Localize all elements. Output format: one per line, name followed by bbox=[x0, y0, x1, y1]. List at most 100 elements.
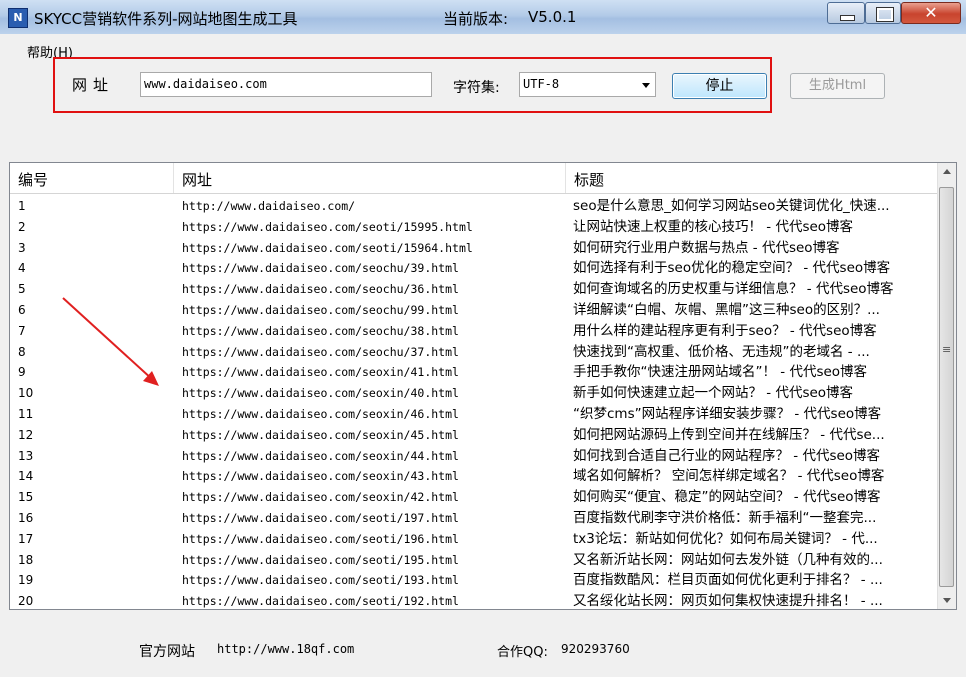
table-row[interactable]: 3 https://www.daidaiseo.com/seoti/15964.h… bbox=[10, 238, 938, 259]
row-url: https://www.daidaiseo.com/seochu/36.html bbox=[182, 282, 459, 297]
row-url: https://www.daidaiseo.com/seoxin/44.html bbox=[182, 448, 459, 463]
url-input[interactable]: www.daidaiseo.com bbox=[140, 72, 432, 97]
row-url: https://www.daidaiseo.com/seochu/39.html bbox=[182, 261, 459, 276]
vertical-scrollbar[interactable] bbox=[937, 163, 956, 609]
table-row[interactable]: 16 https://www.daidaiseo.com/seoti/197.ht… bbox=[10, 508, 938, 529]
row-title: 新手如何快速建立起一个网站？ - 代代seo博客 bbox=[573, 385, 854, 402]
stop-button[interactable]: 停止 bbox=[672, 73, 767, 99]
list-rows: 1 http://www.daidaiseo.com/seo是什么意思_如何学习网… bbox=[10, 196, 938, 610]
row-url: https://www.daidaiseo.com/seoti/196.html bbox=[182, 531, 459, 546]
row-number: 19 bbox=[18, 573, 34, 588]
row-title: 如何把网站源码上传到空间并在线解压？ - 代代se... bbox=[573, 426, 885, 443]
column-header-url[interactable]: 网址 bbox=[174, 163, 565, 193]
row-url: https://www.daidaiseo.com/seoxin/41.html bbox=[182, 365, 459, 380]
official-site-url[interactable]: http://www.18qf.com bbox=[217, 642, 354, 656]
row-title: “织梦cms”网站程序详细安装步骤？ - 代代seo博客 bbox=[573, 405, 882, 422]
row-url: https://www.daidaiseo.com/seoxin/42.html bbox=[182, 490, 459, 505]
row-title: 域名如何解析？ 空间怎样绑定域名？ - 代代seo博客 bbox=[573, 468, 885, 485]
row-url: https://www.daidaiseo.com/seoti/195.html bbox=[182, 552, 459, 567]
row-number: 20 bbox=[18, 594, 34, 609]
table-row[interactable]: 4 https://www.daidaiseo.com/seochu/39.htm… bbox=[10, 258, 938, 279]
row-title: 详细解读“白帽、灰帽、黑帽”这三种seo的区别？... bbox=[573, 301, 880, 318]
column-header-number[interactable]: 编号 bbox=[10, 163, 173, 193]
app-icon: N bbox=[8, 8, 28, 28]
row-number: 18 bbox=[18, 552, 34, 567]
row-number: 17 bbox=[18, 531, 34, 546]
scroll-down-icon[interactable] bbox=[938, 592, 956, 609]
row-number: 12 bbox=[18, 427, 34, 442]
table-row[interactable]: 2 https://www.daidaiseo.com/seoti/15995.h… bbox=[10, 217, 938, 238]
row-url: https://www.daidaiseo.com/seochu/38.html bbox=[182, 323, 459, 338]
row-url: https://www.daidaiseo.com/seoti/193.html bbox=[182, 573, 459, 588]
row-number: 13 bbox=[18, 448, 34, 463]
row-url: https://www.daidaiseo.com/seoti/197.html bbox=[182, 510, 459, 525]
row-url: https://www.daidaiseo.com/seoxin/46.html bbox=[182, 406, 459, 421]
row-title: 让网站快速上权重的核心技巧！ - 代代seo博客 bbox=[573, 218, 854, 235]
row-title: 如何购买“便宜、稳定”的网站空间？ - 代代seo博客 bbox=[573, 489, 881, 506]
table-row[interactable]: 17 https://www.daidaiseo.com/seoti/196.ht… bbox=[10, 529, 938, 550]
row-title: 手把手教你“快速注册网站域名”！ - 代代seo博客 bbox=[573, 364, 868, 381]
row-title: 如何研究行业用户数据与热点 - 代代seo博客 bbox=[573, 239, 840, 256]
close-button[interactable]: ✕ bbox=[901, 2, 961, 24]
row-url: https://www.daidaiseo.com/seochu/99.html bbox=[182, 302, 459, 317]
row-title: 如何选择有利于seo优化的稳定空间？ - 代代seo博客 bbox=[573, 260, 891, 277]
row-title: 又名绥化站长网：网页如何集权快速提升排名！ - ... bbox=[573, 593, 883, 610]
table-row[interactable]: 1 http://www.daidaiseo.com/seo是什么意思_如何学习网… bbox=[10, 196, 938, 217]
row-title: 用什么样的建站程序更有利于seo？ - 代代seo博客 bbox=[573, 322, 877, 339]
chevron-down-icon bbox=[642, 83, 650, 88]
row-url: https://www.daidaiseo.com/seoti/192.html bbox=[182, 594, 459, 609]
generate-html-button[interactable]: 生成Html bbox=[790, 73, 885, 99]
row-url: https://www.daidaiseo.com/seochu/37.html bbox=[182, 344, 459, 359]
table-row[interactable]: 18 https://www.daidaiseo.com/seoti/195.ht… bbox=[10, 550, 938, 571]
table-row[interactable]: 11 https://www.daidaiseo.com/seoxin/46.ht… bbox=[10, 404, 938, 425]
row-number: 1 bbox=[18, 199, 26, 213]
title-bar: N SKYCC营销软件系列-网站地图生成工具 当前版本: V5.0.1 ✕ bbox=[0, 0, 966, 34]
window-title: SKYCC营销软件系列-网站地图生成工具 bbox=[34, 10, 298, 28]
row-number: 16 bbox=[18, 510, 34, 525]
charset-label: 字符集: bbox=[453, 80, 500, 96]
official-site-label: 官方网站 bbox=[139, 644, 195, 660]
maximize-button[interactable] bbox=[865, 2, 901, 24]
table-row[interactable]: 13 https://www.daidaiseo.com/seoxin/44.ht… bbox=[10, 446, 938, 467]
row-url: http://www.daidaiseo.com/ bbox=[182, 199, 356, 213]
list-header: 编号 网址 标题 bbox=[10, 163, 938, 194]
row-number: 15 bbox=[18, 490, 34, 505]
row-url: https://www.daidaiseo.com/seoti/15964.ht… bbox=[182, 240, 473, 255]
row-number: 3 bbox=[18, 240, 26, 255]
row-url: https://www.daidaiseo.com/seoxin/45.html bbox=[182, 427, 459, 442]
row-number: 11 bbox=[18, 406, 34, 421]
row-title: 百度指数酷风：栏目页面如何优化更利于排名？ - ... bbox=[573, 572, 883, 589]
column-header-title[interactable]: 标题 bbox=[566, 163, 938, 193]
qq-value: 920293760 bbox=[561, 642, 630, 656]
table-row[interactable]: 20 https://www.daidaiseo.com/seoti/192.ht… bbox=[10, 591, 938, 610]
url-label: 网址 bbox=[72, 76, 115, 94]
version-label: 当前版本: bbox=[443, 10, 509, 28]
row-url: https://www.daidaiseo.com/seoti/15995.ht… bbox=[182, 219, 473, 234]
table-row[interactable]: 14 https://www.daidaiseo.com/seoxin/43.ht… bbox=[10, 466, 938, 487]
row-title: 又名新沂站长网：网站如何去发外链（几种有效的... bbox=[573, 551, 883, 568]
table-row[interactable]: 15 https://www.daidaiseo.com/seoxin/42.ht… bbox=[10, 487, 938, 508]
table-row[interactable]: 19 https://www.daidaiseo.com/seoti/193.ht… bbox=[10, 570, 938, 591]
menu-bar bbox=[0, 34, 966, 56]
row-title: 如何查询域名的历史权重与详细信息？ - 代代seo博客 bbox=[573, 281, 894, 298]
row-number: 4 bbox=[18, 261, 26, 276]
row-url: https://www.daidaiseo.com/seoxin/43.html bbox=[182, 469, 459, 484]
row-title: seo是什么意思_如何学习网站seo关键词优化_快速... bbox=[573, 198, 890, 214]
row-url: https://www.daidaiseo.com/seoxin/40.html bbox=[182, 386, 459, 401]
annotation-arrow-icon bbox=[62, 297, 159, 386]
row-title: 百度指数代刷李守洪价格低：新手福利“一整套完... bbox=[573, 509, 877, 526]
row-number: 14 bbox=[18, 469, 34, 484]
version-value: V5.0.1 bbox=[528, 8, 577, 26]
row-number: 2 bbox=[18, 219, 26, 234]
row-title: 如何找到合适自己行业的网站程序？ - 代代seo博客 bbox=[573, 447, 881, 464]
table-row[interactable]: 12 https://www.daidaiseo.com/seoxin/45.ht… bbox=[10, 425, 938, 446]
minimize-button[interactable] bbox=[827, 2, 865, 24]
charset-value: UTF-8 bbox=[523, 77, 560, 91]
qq-label: 合作QQ: bbox=[497, 645, 548, 660]
close-icon: ✕ bbox=[924, 3, 938, 22]
scrollbar-thumb[interactable] bbox=[939, 187, 954, 587]
charset-select[interactable]: UTF-8 bbox=[519, 72, 656, 97]
row-title: 快速找到“高权重、低价格、无违规”的老域名 - ... bbox=[573, 343, 870, 360]
scroll-up-icon[interactable] bbox=[938, 163, 956, 180]
row-title: tx3论坛：新站如何优化？如何布局关键词？ - 代... bbox=[573, 530, 878, 547]
